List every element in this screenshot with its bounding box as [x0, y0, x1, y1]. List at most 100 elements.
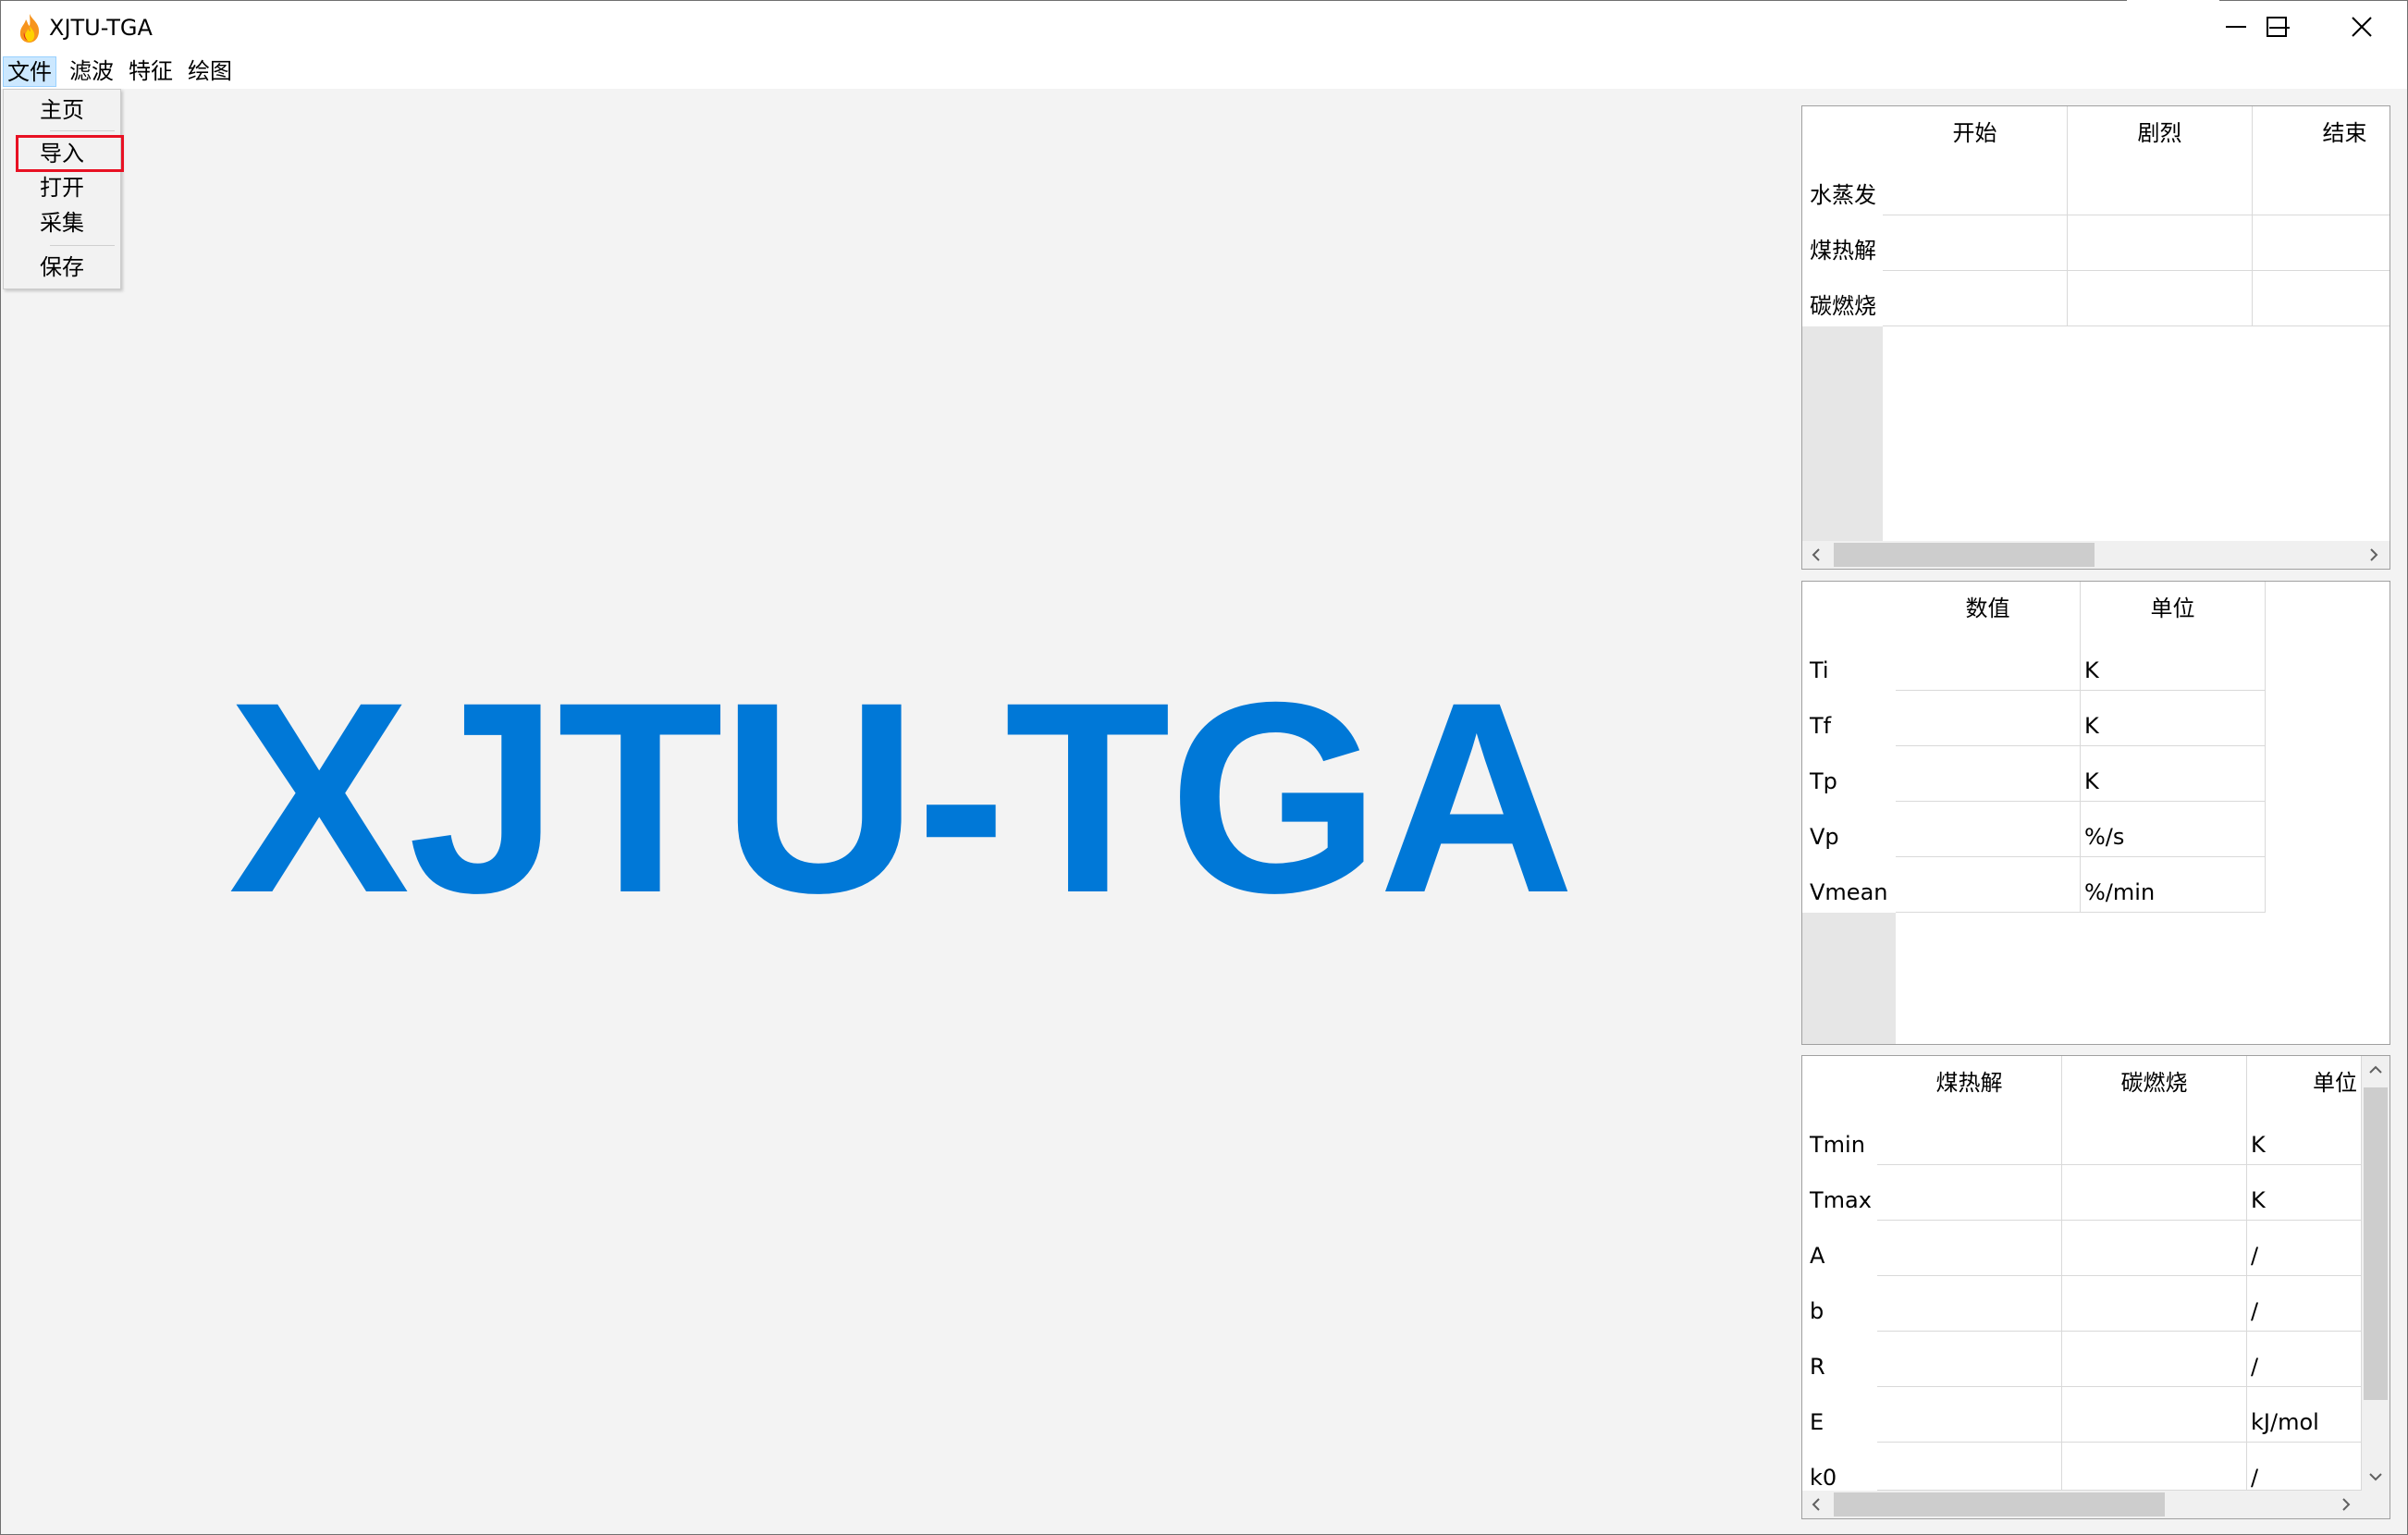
row-header: R	[1802, 1332, 1877, 1387]
row-header: 水蒸发	[1802, 160, 1883, 215]
column-header[interactable]: 碳燃烧	[2062, 1056, 2247, 1110]
table-cell[interactable]	[1877, 1221, 2062, 1276]
unit-cell[interactable]: K	[2247, 1165, 2362, 1221]
column-header[interactable]: 单位	[2081, 582, 2266, 635]
file-dropdown-menu: 主页 导入 打开 采集 保存	[3, 89, 121, 289]
feature-table[interactable]: 数值 单位 Ti K Tf K Tp K Vp %/s Vmean %/min	[1801, 581, 2390, 1045]
row-header: 碳燃烧	[1802, 271, 1883, 326]
unit-cell[interactable]: /	[2247, 1332, 2362, 1387]
row-header: k0	[1802, 1443, 1877, 1491]
table-cell[interactable]	[1896, 746, 2081, 802]
horizontal-scrollbar[interactable]	[1802, 541, 2390, 569]
row-header: Ti	[1802, 635, 1896, 691]
highlight-box	[16, 135, 124, 172]
table-cell[interactable]	[2253, 160, 2390, 215]
row-header: 煤热解	[1802, 215, 1883, 271]
row-header: Tmax	[1802, 1165, 1877, 1221]
menu-filter[interactable]: 滤波	[66, 56, 117, 87]
scroll-up-icon[interactable]	[2362, 1056, 2390, 1084]
table-cell[interactable]	[2062, 1332, 2247, 1387]
table-cell[interactable]	[1896, 802, 2081, 857]
table-cell[interactable]	[2068, 271, 2253, 326]
table-cell[interactable]	[1877, 1387, 2062, 1443]
scroll-thumb[interactable]	[2364, 1087, 2388, 1400]
menu-item-save[interactable]: 保存	[4, 251, 120, 284]
menu-separator	[50, 245, 115, 246]
row-header: E	[1802, 1387, 1877, 1443]
table-cell[interactable]	[2253, 215, 2390, 271]
table-cell[interactable]	[2062, 1110, 2247, 1165]
table-cell[interactable]	[2062, 1165, 2247, 1221]
menu-file[interactable]: 文件	[3, 56, 56, 87]
horizontal-scrollbar[interactable]	[1802, 1491, 2362, 1518]
scroll-right-icon[interactable]	[2332, 1491, 2360, 1518]
unit-cell[interactable]: kJ/mol	[2247, 1387, 2362, 1443]
table-cell[interactable]	[2062, 1276, 2247, 1332]
window-title: XJTU-TGA	[49, 15, 153, 41]
unit-cell[interactable]: K	[2081, 635, 2266, 691]
app-window: XJTU-TGA 文件 滤波 特征 绘图 XJTU-TGA 开始 剧烈 结束 水…	[0, 0, 2408, 1535]
column-header[interactable]: 结束	[2253, 106, 2390, 160]
close-icon	[2352, 17, 2372, 37]
table-cell[interactable]	[1896, 857, 2081, 913]
table-cell[interactable]	[2062, 1387, 2247, 1443]
minimize-button[interactable]	[2193, 0, 2279, 54]
scroll-left-icon[interactable]	[1802, 541, 1830, 569]
title-bar[interactable]: XJTU-TGA	[1, 1, 2407, 55]
menu-item-open[interactable]: 打开	[4, 171, 120, 204]
row-header: Vp	[1802, 802, 1896, 857]
row-header: Tp	[1802, 746, 1896, 802]
table-cell[interactable]	[1896, 691, 2081, 746]
table-cell[interactable]	[2062, 1221, 2247, 1276]
table-cell[interactable]	[1877, 1276, 2062, 1332]
table-cell[interactable]	[1877, 1332, 2062, 1387]
column-header[interactable]: 单位	[2247, 1056, 2362, 1110]
flame-icon	[19, 14, 40, 43]
table-cell[interactable]	[1877, 1110, 2062, 1165]
column-header[interactable]: 数值	[1896, 582, 2081, 635]
row-header: Vmean	[1802, 857, 1896, 913]
menu-bar: 文件 滤波 特征 绘图	[1, 55, 2407, 89]
column-header[interactable]: 开始	[1883, 106, 2068, 160]
row-header: Tmin	[1802, 1110, 1877, 1165]
scroll-right-icon[interactable]	[2360, 541, 2388, 569]
table-cell[interactable]	[2062, 1443, 2247, 1491]
row-header: Tf	[1802, 691, 1896, 746]
minimize-icon	[2226, 26, 2246, 28]
scroll-left-icon[interactable]	[1802, 1491, 1830, 1518]
menu-plot[interactable]: 绘图	[184, 56, 236, 87]
menu-item-collect[interactable]: 采集	[4, 206, 120, 239]
menu-feature[interactable]: 特征	[125, 56, 177, 87]
row-header: b	[1802, 1276, 1877, 1332]
table-cell[interactable]	[1883, 215, 2068, 271]
column-header[interactable]: 煤热解	[1877, 1056, 2062, 1110]
table-cell[interactable]	[1883, 271, 2068, 326]
unit-cell[interactable]: K	[2081, 691, 2266, 746]
scroll-thumb[interactable]	[1834, 543, 2095, 567]
unit-cell[interactable]: %/s	[2081, 802, 2266, 857]
menu-separator	[50, 130, 115, 131]
stage-table[interactable]: 开始 剧烈 结束 水蒸发 煤热解 碳燃烧	[1801, 105, 2390, 570]
close-button[interactable]	[2319, 0, 2404, 54]
unit-cell[interactable]: /	[2247, 1443, 2362, 1491]
column-header[interactable]: 剧烈	[2068, 106, 2253, 160]
unit-cell[interactable]: K	[2247, 1110, 2362, 1165]
unit-cell[interactable]: /	[2247, 1221, 2362, 1276]
table-cell[interactable]	[2068, 215, 2253, 271]
row-header: A	[1802, 1221, 1877, 1276]
logo-text: XJTU-TGA	[228, 646, 1575, 950]
kinetics-table[interactable]: 煤热解 碳燃烧 单位 Tmin K Tmax K A / b / R / E k…	[1801, 1055, 2390, 1519]
unit-cell[interactable]: /	[2247, 1276, 2362, 1332]
unit-cell[interactable]: K	[2081, 746, 2266, 802]
table-cell[interactable]	[1883, 160, 2068, 215]
table-cell[interactable]	[1877, 1443, 2062, 1491]
table-cell[interactable]	[2068, 160, 2253, 215]
vertical-scrollbar[interactable]	[2362, 1056, 2390, 1491]
table-cell[interactable]	[1877, 1165, 2062, 1221]
table-cell[interactable]	[1896, 635, 2081, 691]
unit-cell[interactable]: %/min	[2081, 857, 2266, 913]
table-cell[interactable]	[2253, 271, 2390, 326]
scroll-thumb[interactable]	[1834, 1492, 2165, 1517]
menu-item-home[interactable]: 主页	[4, 93, 120, 127]
scroll-down-icon[interactable]	[2362, 1463, 2390, 1491]
